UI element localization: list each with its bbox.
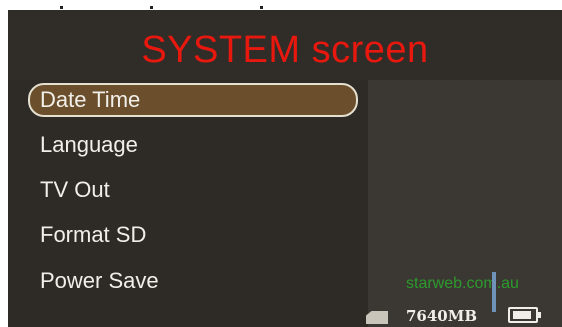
menu-item-tv-out[interactable]: TV Out <box>28 173 358 207</box>
watermark-text: starweb.com.au <box>406 275 519 292</box>
top-strip <box>0 0 562 10</box>
battery-icon <box>508 307 541 323</box>
menu-item-power-save[interactable]: Power Save <box>28 264 358 298</box>
screen-title: SYSTEM screen <box>141 29 429 71</box>
dot-mark <box>150 6 153 9</box>
status-bar: 7640MB <box>360 305 562 327</box>
storage-remaining: 7640MB <box>406 307 478 325</box>
menu-item-format-sd[interactable]: Format SD <box>28 218 358 252</box>
dot-mark <box>60 6 63 9</box>
menu-item-language[interactable]: Language <box>28 128 358 162</box>
camera-screen: SYSTEM screen Date Time Language TV Out … <box>8 10 562 327</box>
menu-item-date-time[interactable]: Date Time <box>28 83 358 117</box>
dot-mark <box>260 6 263 9</box>
sd-card-icon <box>366 311 388 324</box>
